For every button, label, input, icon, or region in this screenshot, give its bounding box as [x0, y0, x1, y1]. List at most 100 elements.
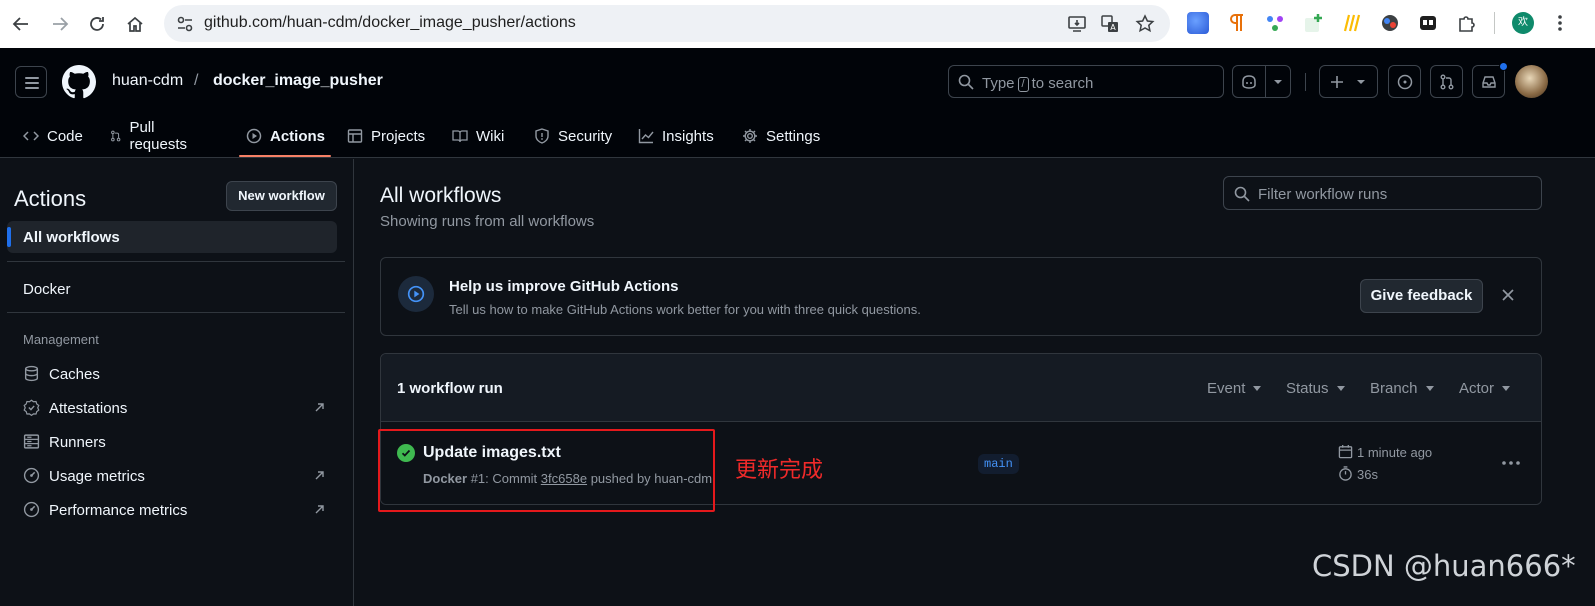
tab-wiki[interactable]: Wiki — [452, 114, 504, 158]
banner-title: Help us improve GitHub Actions — [449, 278, 679, 295]
tab-label: Projects — [371, 127, 426, 145]
meter-icon — [23, 467, 40, 484]
bookmark-star-icon[interactable] — [1135, 14, 1155, 34]
search-placeholder: Type / to search — [982, 75, 1094, 92]
run-duration: 36s — [1338, 466, 1378, 484]
plus-icon — [1331, 76, 1343, 88]
menu-hamburger-icon[interactable] — [15, 66, 47, 98]
github-header: huan-cdm / docker_image_pusher Type / to s… — [0, 48, 1595, 158]
git-pull-request-icon — [1440, 74, 1454, 90]
forward-icon[interactable] — [48, 12, 72, 36]
sidebar-item-all-workflows[interactable]: All workflows — [7, 221, 337, 253]
meter-icon — [23, 501, 40, 518]
git-pull-request-icon — [111, 130, 121, 142]
install-app-icon[interactable] — [1067, 14, 1087, 34]
tab-label: Security — [558, 127, 613, 145]
give-feedback-button[interactable]: Give feedback — [1360, 279, 1483, 313]
extension-plus-icon[interactable] — [1303, 12, 1325, 34]
database-icon — [24, 365, 39, 382]
run-time-text: 1 minute ago — [1357, 445, 1433, 460]
user-avatar[interactable] — [1515, 65, 1548, 98]
tab-insights[interactable]: Insights — [638, 114, 714, 158]
sidebar-divider — [7, 261, 345, 262]
sidebar-item-performance-metrics[interactable]: Performance metrics — [23, 498, 333, 522]
inbox-button[interactable] — [1472, 62, 1508, 98]
sidebar-item-label: Caches — [49, 366, 100, 383]
filter-status-dropdown[interactable]: Status — [1286, 380, 1345, 397]
home-icon[interactable] — [123, 12, 147, 36]
chevron-down-icon — [1274, 80, 1282, 84]
issues-button[interactable] — [1388, 65, 1421, 98]
sidebar-item-label: Performance metrics — [49, 502, 188, 519]
run-time: 1 minute ago — [1338, 444, 1432, 462]
extensions-puzzle-icon[interactable] — [1456, 12, 1478, 34]
annotation-text: 更新完成 — [735, 458, 824, 483]
tab-actions[interactable]: Actions — [246, 114, 325, 158]
branch-label[interactable]: main — [978, 454, 1019, 474]
github-logo-icon[interactable] — [62, 65, 96, 99]
extension-slash-icon[interactable] — [1341, 12, 1363, 34]
extension-molecule-icon[interactable] — [1264, 12, 1286, 34]
issue-opened-icon — [1397, 74, 1413, 90]
browser-menu-icon[interactable] — [1558, 14, 1562, 32]
sidebar-item-docker[interactable]: Docker — [23, 281, 71, 298]
tab-projects[interactable]: Projects — [347, 114, 425, 158]
sidebar-item-runners[interactable]: Runners — [23, 430, 333, 454]
extension-globe-icon[interactable] — [1187, 12, 1209, 34]
active-tab-indicator — [239, 155, 331, 157]
site-settings-icon[interactable] — [176, 15, 194, 33]
sidebar-title: Actions — [14, 186, 87, 211]
extension-world-icon[interactable] — [1379, 12, 1401, 34]
translate-icon[interactable]: A — [1100, 14, 1120, 34]
filter-actor-dropdown[interactable]: Actor — [1459, 380, 1510, 397]
external-link-arrow-icon — [315, 403, 324, 412]
reload-icon[interactable] — [85, 12, 109, 36]
address-bar[interactable]: github.com/huan-cdm/docker_image_pusher/… — [164, 5, 1170, 42]
play-icon — [246, 128, 262, 144]
breadcrumb-separator: / — [194, 72, 199, 89]
search-icon — [1234, 186, 1250, 202]
sidebar-item-label: Runners — [49, 434, 106, 451]
tab-code[interactable]: Code — [23, 114, 83, 158]
tab-security[interactable]: Security — [534, 114, 612, 158]
global-search[interactable]: Type / to search — [948, 65, 1224, 98]
header-divider — [1305, 73, 1306, 91]
filter-branch-dropdown[interactable]: Branch — [1370, 380, 1434, 397]
shield-icon — [535, 128, 549, 144]
pull-requests-button[interactable] — [1430, 65, 1463, 98]
kebab-menu-icon[interactable] — [1501, 460, 1521, 466]
main-content: All workflows Showing runs from all work… — [355, 159, 1595, 606]
repo-link[interactable]: docker_image_pusher — [213, 72, 383, 90]
extension-media-icon[interactable] — [1417, 12, 1439, 34]
url-text[interactable]: github.com/huan-cdm/docker_image_pusher/… — [204, 14, 576, 32]
tab-pull-requests[interactable]: Pull requests — [110, 114, 192, 158]
tab-label: Pull requests — [129, 119, 187, 153]
sidebar-item-label: Usage metrics — [49, 468, 145, 485]
tab-label: Insights — [662, 127, 714, 145]
runs-count: 1 workflow run — [397, 380, 503, 397]
filter-workflow-runs-input[interactable]: Filter workflow runs — [1223, 176, 1542, 210]
tab-settings[interactable]: Settings — [742, 114, 820, 158]
owner-link[interactable]: huan-cdm — [112, 72, 183, 90]
sidebar-item-caches[interactable]: Caches — [23, 362, 333, 386]
server-icon — [23, 434, 40, 449]
graph-icon — [638, 129, 654, 144]
code-icon — [23, 131, 39, 141]
sidebar-item-usage-metrics[interactable]: Usage metrics — [23, 464, 333, 488]
profile-avatar[interactable]: 欢 — [1512, 12, 1534, 34]
create-new-button[interactable] — [1319, 65, 1378, 98]
new-workflow-button[interactable]: New workflow — [226, 181, 337, 211]
extension-paragraph-icon[interactable] — [1226, 12, 1248, 34]
svg-text:A: A — [1110, 23, 1116, 32]
sidebar-item-attestations[interactable]: Attestations — [23, 396, 333, 420]
browser-toolbar: github.com/huan-cdm/docker_image_pusher/… — [0, 0, 1595, 48]
page-subtitle: Showing runs from all workflows — [380, 213, 595, 230]
close-icon[interactable] — [1500, 287, 1516, 303]
back-icon[interactable] — [9, 12, 33, 36]
chevron-down-icon — [1357, 80, 1365, 84]
external-link-arrow-icon — [315, 505, 324, 514]
tab-label: Wiki — [476, 127, 505, 145]
management-heading: Management — [23, 332, 99, 347]
copilot-button[interactable] — [1232, 65, 1291, 98]
filter-event-dropdown[interactable]: Event — [1207, 380, 1261, 397]
